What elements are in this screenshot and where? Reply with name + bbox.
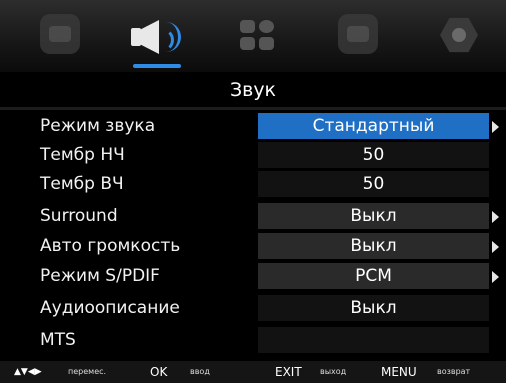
chevron-right-icon[interactable] [492, 271, 499, 283]
row-value[interactable] [258, 327, 489, 353]
tv-settings-screen: Звук Режим звука Стандартный Тембр НЧ 50… [0, 0, 506, 383]
menu-row-audio-description[interactable]: Аудиоописание Выкл [0, 293, 506, 323]
row-label: Режим звука [40, 116, 156, 136]
row-value[interactable]: PCM [258, 263, 489, 289]
menu-row-bass[interactable]: Тембр НЧ 50 [0, 140, 506, 170]
row-label: Авто громкость [40, 236, 181, 256]
footer-hint-bar: ▲▼◀▶ перемес. OK ввод EXIT выход MENU во… [0, 361, 506, 383]
picture-icon[interactable] [40, 14, 80, 54]
row-value[interactable]: Выкл [258, 203, 489, 229]
menu-row-treble[interactable]: Тембр ВЧ 50 [0, 169, 506, 199]
footer-ok-key: OK [150, 365, 168, 379]
active-tab-indicator [133, 64, 181, 68]
menu-row-auto-volume[interactable]: Авто громкость Выкл [0, 231, 506, 261]
row-label: MTS [40, 330, 76, 350]
row-value[interactable]: Выкл [258, 295, 489, 321]
chevron-right-icon[interactable] [492, 211, 499, 223]
row-value[interactable]: Выкл [258, 233, 489, 259]
menu-row-sound-mode[interactable]: Режим звука Стандартный [0, 111, 506, 141]
row-label: Аудиоописание [40, 298, 180, 318]
row-label: Surround [40, 206, 118, 226]
row-value[interactable]: 50 [258, 171, 489, 197]
menu-tab-bar [0, 0, 506, 72]
apps-icon[interactable] [240, 20, 276, 52]
footer-move-label: перемес. [68, 367, 107, 376]
arrow-keys-icon: ▲▼◀▶ [14, 367, 42, 377]
footer-menu-label: возврат [437, 367, 471, 376]
sound-icon[interactable] [131, 18, 181, 58]
footer-ok-label: ввод [190, 367, 210, 376]
row-label: Режим S/PDIF [40, 266, 160, 286]
chevron-right-icon[interactable] [492, 121, 499, 133]
row-label: Тембр НЧ [40, 145, 125, 165]
settings-icon[interactable] [338, 14, 378, 54]
row-label: Тембр ВЧ [40, 174, 124, 194]
footer-exit-label: выход [320, 367, 347, 376]
row-value[interactable]: Стандартный [258, 113, 489, 139]
row-value[interactable]: 50 [258, 142, 489, 168]
footer-exit-key: EXIT [275, 365, 302, 379]
chevron-right-icon[interactable] [492, 241, 499, 253]
menu-row-spdif-mode[interactable]: Режим S/PDIF PCM [0, 261, 506, 291]
page-title: Звук [229, 79, 277, 101]
footer-menu-key: MENU [381, 365, 417, 379]
menu-row-mts[interactable]: MTS [0, 325, 506, 355]
lock-icon[interactable] [440, 17, 478, 53]
divider [0, 107, 506, 110]
menu-row-surround[interactable]: Surround Выкл [0, 201, 506, 231]
